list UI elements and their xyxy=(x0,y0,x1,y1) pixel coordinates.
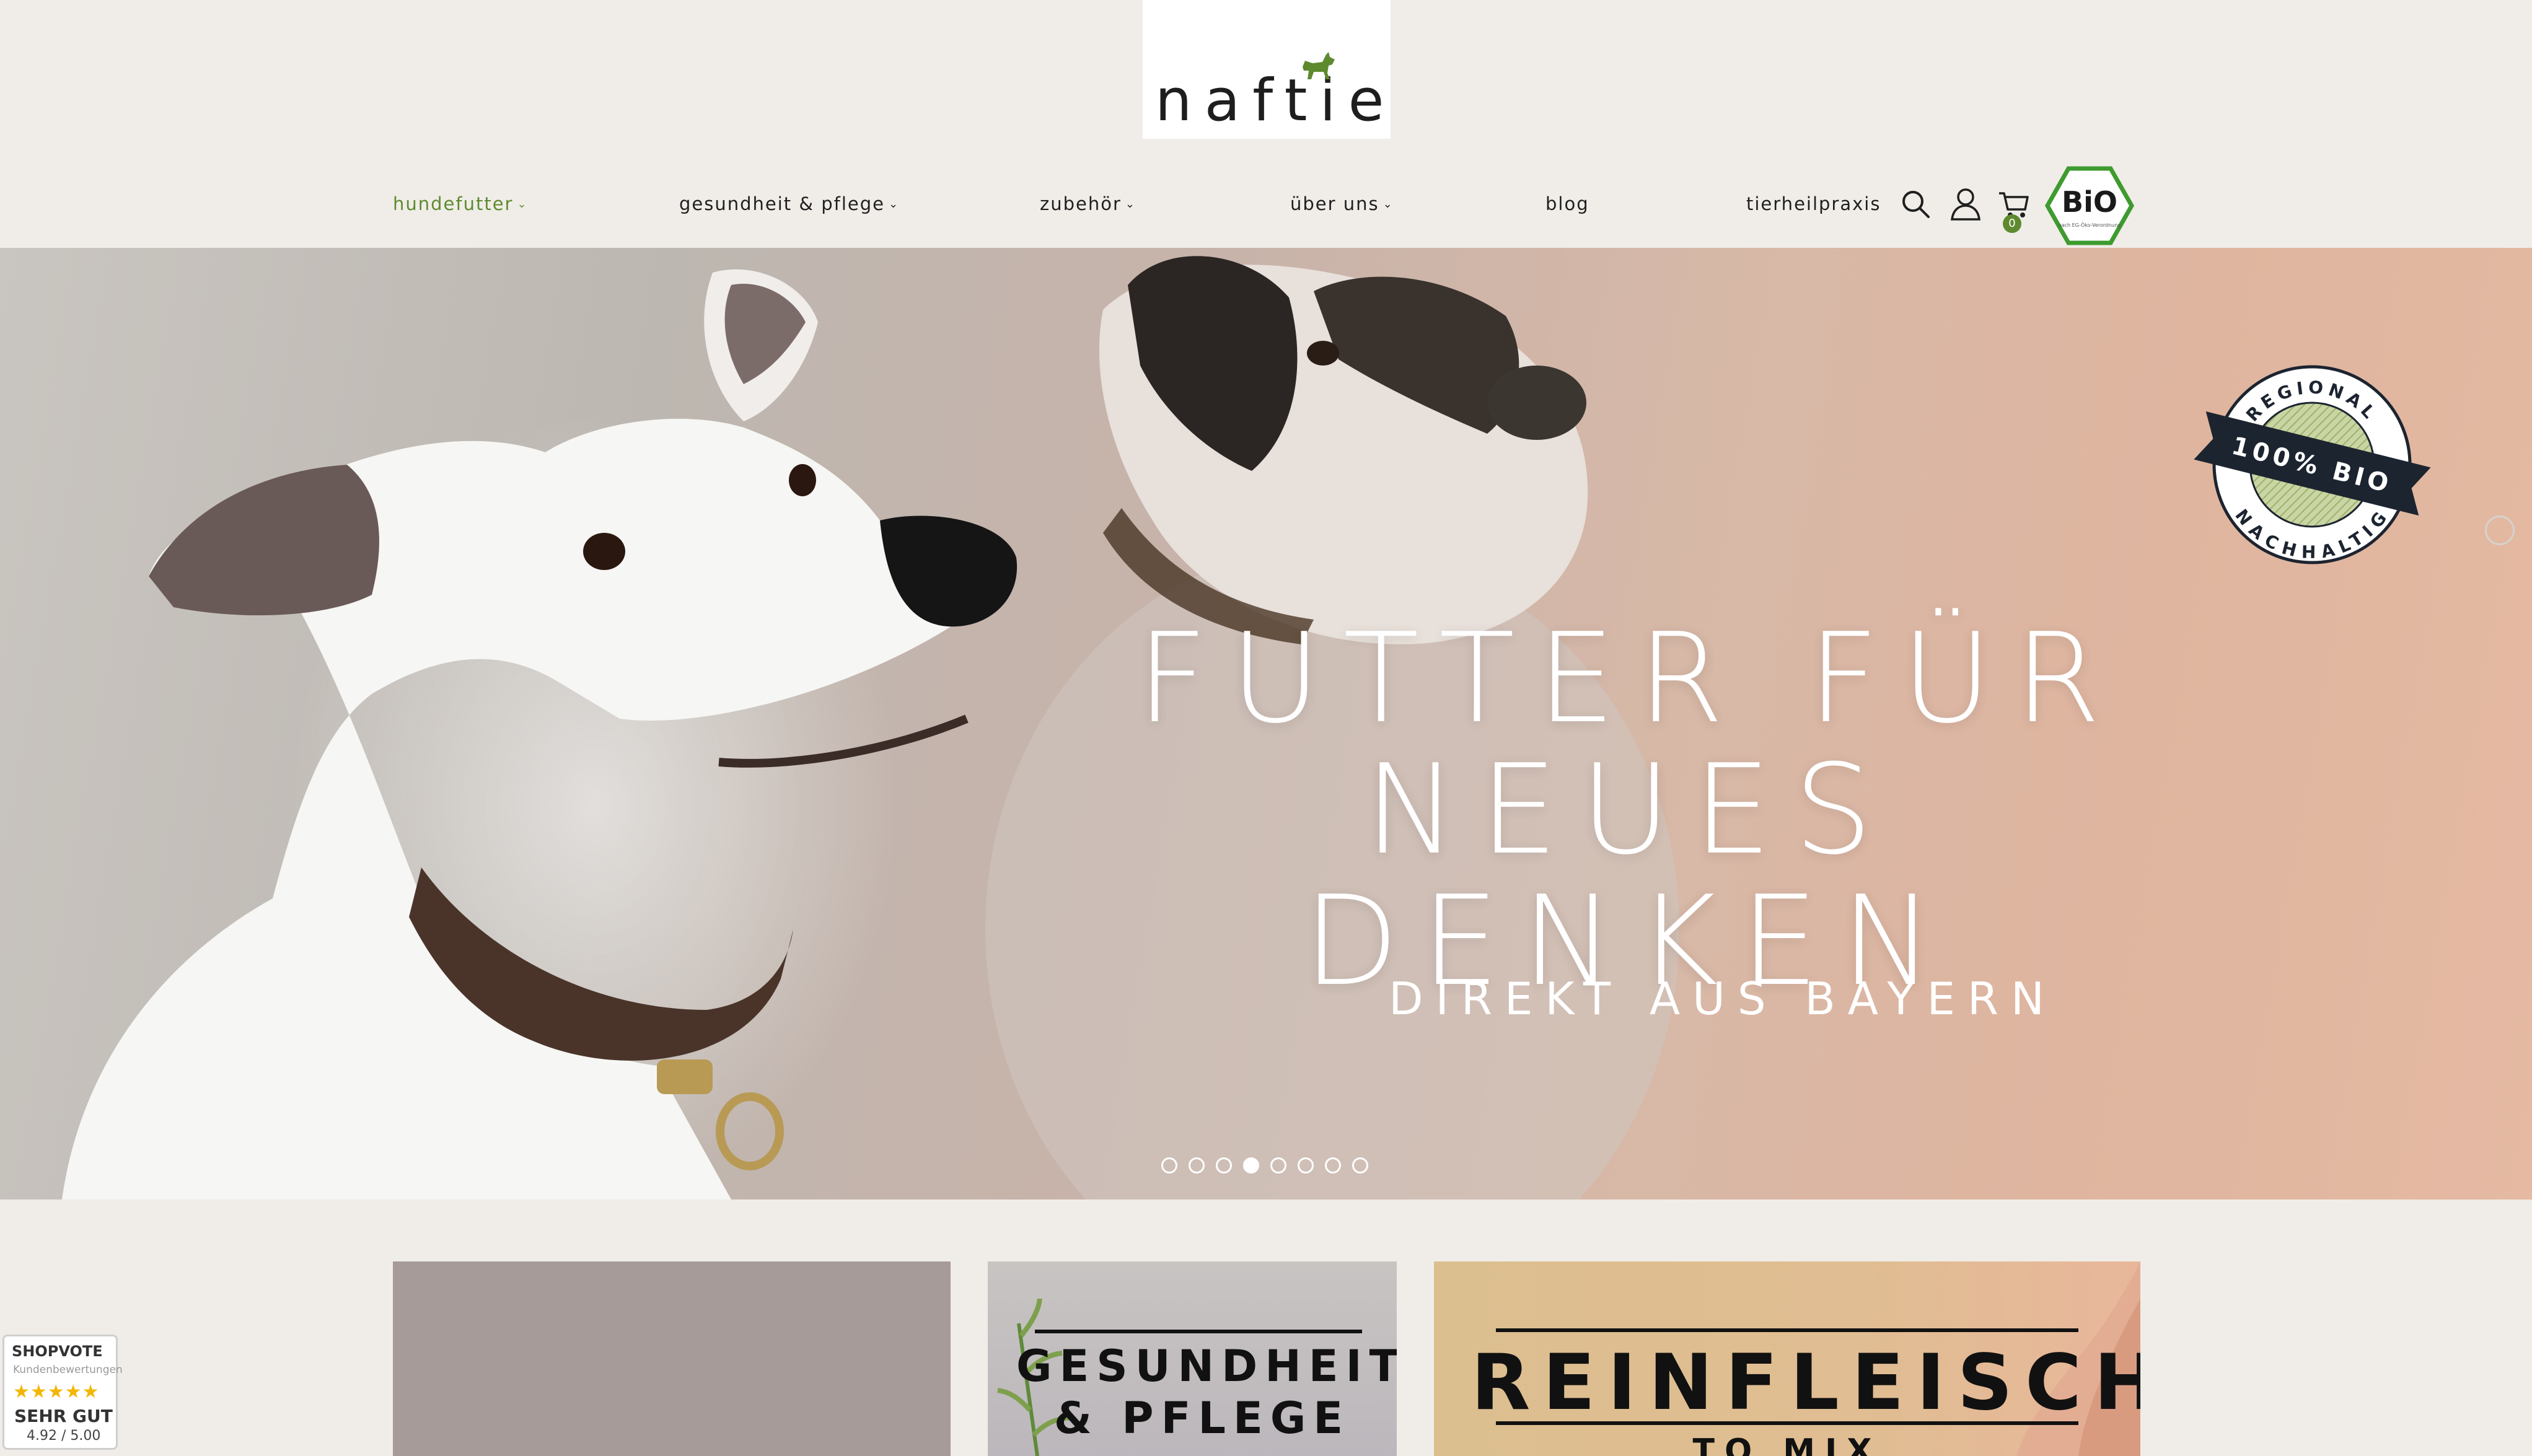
hero-subtitle: DIREKT AUS BAYERN xyxy=(1389,973,2057,1025)
shopvote-rating-text: SEHR GUT xyxy=(14,1406,113,1426)
bio-badge-label: BiO xyxy=(2062,185,2117,219)
dog-logo-icon xyxy=(1303,52,1335,79)
regional-bio-seal: REGIONAL NACHHALTIG 100% BIO xyxy=(2194,365,2431,564)
tile-divider-top xyxy=(1496,1328,2078,1332)
nav-item-zubehoer[interactable]: zubehör ⌄ xyxy=(1040,193,1136,214)
tile-title-line2: TO MIX xyxy=(1692,1432,1882,1456)
nav-item-gesundheit-pflege[interactable]: gesundheit & pflege ⌄ xyxy=(679,193,899,214)
hero-title: FUTTER FÜR NEUES DENKEN xyxy=(1053,613,2206,1007)
nav-item-label: tierheilpraxis xyxy=(1746,193,1881,214)
shopvote-subtitle: Kundenbewertungen xyxy=(13,1364,123,1376)
nav-item-label: blog xyxy=(1545,193,1589,214)
slider-dot-8[interactable] xyxy=(1352,1157,1368,1173)
slider-dot-1[interactable] xyxy=(1161,1157,1177,1173)
tile-title-line1: REINFLEISCH xyxy=(1471,1338,2140,1427)
rating-stars-icon: ★★★★★ xyxy=(13,1381,100,1403)
slider-dot-7[interactable] xyxy=(1325,1157,1341,1173)
nav-item-blog[interactable]: blog xyxy=(1545,193,1589,214)
chevron-down-icon: ⌄ xyxy=(889,198,900,211)
category-tile-gesundheit-pflege[interactable]: GESUNDHEIT & PFLEGE xyxy=(988,1261,1397,1456)
category-tile-1[interactable] xyxy=(393,1261,951,1456)
search-icon[interactable] xyxy=(1900,188,1932,221)
tile-divider xyxy=(1035,1330,1362,1333)
hero-slider[interactable]: FUTTER FÜR NEUES DENKEN DIREKT AUS BAYER… xyxy=(0,248,2532,1199)
slider-dot-6[interactable] xyxy=(1298,1157,1314,1173)
user-icon[interactable] xyxy=(1950,187,1982,222)
slider-pagination xyxy=(1161,1157,1384,1176)
nav-item-hundefutter[interactable]: hundefutter ⌄ xyxy=(393,193,528,214)
cart-count-badge: 0 xyxy=(2003,214,2021,233)
nav-item-label: zubehör xyxy=(1040,193,1122,214)
nav-item-label: über uns xyxy=(1290,193,1379,214)
bio-badge-caption: nach EG-Öko-Verordnung xyxy=(2059,222,2121,228)
logo[interactable]: naftie xyxy=(1143,0,1391,139)
nav-item-tierheilpraxis[interactable]: tierheilpraxis xyxy=(1746,193,1881,214)
shopvote-rating-badge[interactable]: SHOPVOTE Kundenbewertungen ★★★★★ SEHR GU… xyxy=(2,1335,123,1450)
nav-item-label: hundefutter xyxy=(393,193,514,214)
tile-title-line2: & PFLEGE xyxy=(1053,1393,1351,1444)
slider-dot-3[interactable] xyxy=(1216,1157,1232,1173)
chevron-down-icon: ⌄ xyxy=(1125,198,1136,211)
chevron-down-icon: ⌄ xyxy=(517,198,528,211)
hero-title-line2: NEUES DENKEN xyxy=(1303,738,1956,1014)
slider-autoplay-indicator xyxy=(2485,515,2515,545)
bio-certification-badge: BiO nach EG-Öko-Verordnung xyxy=(2045,166,2134,245)
tile-divider-bottom xyxy=(1496,1421,2078,1425)
logo-text: naftie xyxy=(1155,67,1397,134)
nav-item-ueber-uns[interactable]: über uns ⌄ xyxy=(1290,193,1394,214)
main-nav: hundefutter ⌄ gesundheit & pflege ⌄ zubehö… xyxy=(0,193,2532,219)
slider-dot-4[interactable] xyxy=(1243,1157,1259,1173)
chevron-down-icon: ⌄ xyxy=(1382,198,1394,211)
nav-item-label: gesundheit & pflege xyxy=(679,193,885,214)
hero-title-line1: FUTTER FÜR xyxy=(1136,607,2123,751)
category-tile-reinfleisch[interactable]: REINFLEISCH TO MIX xyxy=(1434,1261,2140,1456)
tile-title-line1: GESUNDHEIT xyxy=(1016,1341,1397,1392)
shopvote-brand: SHOPVOTE xyxy=(12,1343,103,1360)
slider-dot-5[interactable] xyxy=(1270,1157,1286,1173)
shopvote-score: 4.92 / 5.00 xyxy=(27,1428,101,1444)
slider-dot-2[interactable] xyxy=(1189,1157,1205,1173)
